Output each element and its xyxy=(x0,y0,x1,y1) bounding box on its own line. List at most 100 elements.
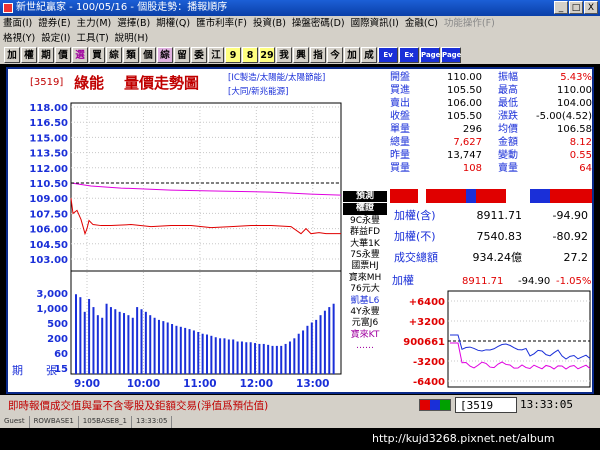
session-bar: Guest ROWBASE1 105BASE8_1 13:33:05 xyxy=(0,416,600,428)
volume-bar xyxy=(118,311,121,374)
toolbar-button[interactable]: 江 xyxy=(208,47,224,63)
quote-label: 均價 xyxy=(498,124,518,135)
toolbar-button[interactable]: 興 xyxy=(293,47,309,63)
index-tick: -6400 xyxy=(413,377,445,388)
broker-item[interactable]: ‥‥‥ xyxy=(343,341,387,352)
volume-bar xyxy=(288,341,291,374)
toolbar-button[interactable]: 個 xyxy=(140,47,156,63)
toolbar-button[interactable]: 綜 xyxy=(157,47,173,63)
toolbar-button[interactable]: Page xyxy=(420,47,440,63)
menu-item[interactable]: 格視(Y) xyxy=(0,31,38,46)
volume-bar xyxy=(171,324,174,374)
close-button[interactable]: X xyxy=(584,1,598,14)
menu-item[interactable]: 畫面(I) xyxy=(0,16,35,31)
index-summary: 加權(含) 8911.71 -94.90 加權(不) 7540.83 -80.92 成交總額… xyxy=(390,205,592,268)
toolbar-button[interactable]: 價 xyxy=(55,47,71,63)
menu-item[interactable]: 國際資訊(I) xyxy=(348,16,402,31)
toolbar-button[interactable]: 9 xyxy=(225,47,241,63)
toolbar-button[interactable]: 期 xyxy=(38,47,54,63)
menu-item[interactable]: 匯市利率(F) xyxy=(193,16,250,31)
watermark-url: http://kujd3268.pixnet.net/album xyxy=(372,432,555,445)
group-tags: [大同/新兆能源] xyxy=(228,86,289,97)
volume-bar xyxy=(254,343,257,374)
menu-item[interactable]: 操盤密碼(D) xyxy=(289,16,348,31)
broker-item[interactable]: 國票HJ xyxy=(343,261,387,272)
menu-item[interactable]: 證券(E) xyxy=(35,16,73,31)
volume-bar xyxy=(162,321,165,374)
toolbar-button[interactable]: Ex xyxy=(399,47,419,63)
broker-item[interactable]: 4Y永豐 xyxy=(343,307,387,318)
toolbar-button[interactable]: 買 xyxy=(89,47,105,63)
volume-bar xyxy=(245,342,248,374)
broker-item[interactable]: 7S永豐 xyxy=(343,250,387,261)
volume-bar xyxy=(157,319,160,374)
broker-item[interactable]: 元富J6 xyxy=(343,318,387,329)
index-value: 934.24億 xyxy=(472,251,523,264)
volume-bar xyxy=(127,315,130,374)
broker-item[interactable]: 凱基L6 xyxy=(343,296,387,307)
toolbar-button[interactable]: 8 xyxy=(242,47,258,63)
index-label: 成交總額 xyxy=(394,251,438,264)
maximize-button[interactable]: □ xyxy=(569,1,583,14)
volume-bar xyxy=(236,341,239,374)
toolbar-button[interactable]: 加 xyxy=(344,47,360,63)
broker-item[interactable]: 9C永豐 xyxy=(343,216,387,227)
menu-item[interactable]: 功能操作(F) xyxy=(441,16,498,31)
price-tick: 118.00 xyxy=(29,103,68,114)
stock-code-input[interactable]: [3519 xyxy=(455,397,517,413)
toolbar-button[interactable]: 加 xyxy=(4,47,20,63)
volume-bar xyxy=(328,307,331,374)
toolbar-button[interactable]: 委 xyxy=(191,47,207,63)
broker-item[interactable]: 寶來KT xyxy=(343,330,387,341)
stock-code: [3519] xyxy=(30,77,63,88)
quote-row: 賣出 106.00 最低 104.00 xyxy=(390,97,592,110)
toolbar-button[interactable]: 今 xyxy=(327,47,343,63)
menu-item[interactable]: 選擇(B) xyxy=(114,16,153,31)
toolbar-button[interactable]: 我 xyxy=(276,47,292,63)
toolbar-button[interactable]: Ev xyxy=(378,47,398,63)
menu-item[interactable]: 說明(H) xyxy=(112,31,152,46)
toolbar-button[interactable]: 成 xyxy=(361,47,377,63)
toolbar-button[interactable]: 留 xyxy=(174,47,190,63)
toolbar-button[interactable]: 類 xyxy=(123,47,139,63)
menu-item[interactable]: 期權(Q) xyxy=(153,16,193,31)
toolbar-button[interactable]: 選 xyxy=(72,47,88,63)
toolbar-button[interactable]: 權 xyxy=(21,47,37,63)
volume-bar xyxy=(201,333,204,374)
broker-item[interactable]: 大華1K xyxy=(343,239,387,250)
volume-tick: 500 xyxy=(47,319,68,330)
volume-bar xyxy=(83,311,86,374)
broker-item[interactable]: 寶來MH xyxy=(343,273,387,284)
toolbar-button[interactable]: 指 xyxy=(310,47,326,63)
session-time: 13:33:05 xyxy=(132,416,173,428)
minimize-button[interactable]: _ xyxy=(554,1,568,14)
quote-value: 108 xyxy=(462,163,482,174)
index-tick: 900661 xyxy=(403,337,445,348)
toolbar-button[interactable]: 綜 xyxy=(106,47,122,63)
menu-item[interactable]: 金融(C) xyxy=(402,16,441,31)
volume-bar xyxy=(188,329,191,374)
color-chips xyxy=(419,399,451,411)
volume-bar xyxy=(75,294,77,374)
toolbar-button[interactable]: 29 xyxy=(259,47,275,63)
index-value: 8911.71 xyxy=(462,276,503,287)
menu-item[interactable]: 投資(B) xyxy=(250,16,289,31)
volume-bar xyxy=(92,307,95,374)
volume-bar xyxy=(144,311,147,374)
quote-label: 開盤 xyxy=(390,72,410,83)
toolbar-button[interactable]: Page xyxy=(441,47,461,63)
index-chart: 加權 8911.71 -94.90 -1.05% +6400 +3200 90066… xyxy=(392,274,591,388)
index-row: 加權(不) 7540.83 -80.92 xyxy=(390,226,592,247)
volume-bar xyxy=(136,307,139,374)
menu-item[interactable]: 設定(I) xyxy=(38,31,73,46)
volume-bar xyxy=(109,307,112,374)
broker-item[interactable]: 群益FD xyxy=(343,227,387,238)
menu-item[interactable]: 主力(M) xyxy=(74,16,115,31)
menu-item[interactable]: 工具(T) xyxy=(73,31,111,46)
forecast-header[interactable]: 預測 xyxy=(343,191,387,203)
broker-item[interactable]: 76元大 xyxy=(343,284,387,295)
warrant-header[interactable]: 權證 xyxy=(343,203,387,215)
volume-bar xyxy=(153,317,156,374)
index-axis: +6400 +3200 900661 -3200 -6400 xyxy=(403,297,445,388)
quote-label: 金額 xyxy=(498,137,518,148)
